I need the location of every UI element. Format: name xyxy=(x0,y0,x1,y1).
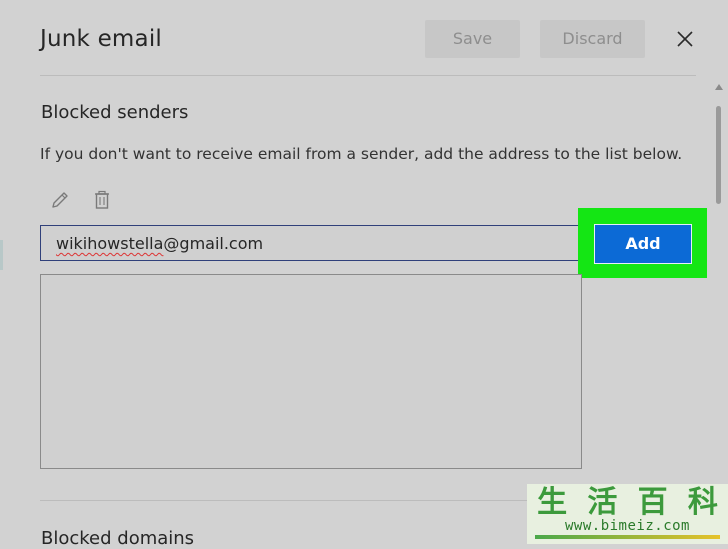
save-button[interactable]: Save xyxy=(425,20,520,58)
scroll-up-icon[interactable] xyxy=(715,84,723,90)
blocked-sender-input[interactable]: wikihowstella@gmail.com xyxy=(40,225,580,261)
blocked-senders-description: If you don't want to receive email from … xyxy=(40,145,683,163)
left-edge-marker xyxy=(0,240,3,270)
watermark-char: 活 xyxy=(587,485,618,520)
watermark-char: 科 xyxy=(687,485,718,520)
blocked-senders-list[interactable] xyxy=(40,274,582,469)
input-value-domain: @gmail.com xyxy=(163,234,264,253)
watermark-char: 百 xyxy=(637,485,668,520)
blocked-senders-heading: Blocked senders xyxy=(41,102,189,123)
misspelled-word: wikihowstella xyxy=(56,234,164,253)
watermark-underline xyxy=(535,535,720,539)
vertical-scrollbar[interactable] xyxy=(714,84,724,544)
close-icon[interactable] xyxy=(674,28,696,50)
watermark-url: www.bimeiz.com xyxy=(564,518,690,534)
junk-email-dialog: Junk email Save Discard Blocked senders … xyxy=(0,0,728,549)
scroll-thumb[interactable] xyxy=(716,106,721,204)
dialog-title: Junk email xyxy=(40,26,162,52)
header-divider xyxy=(40,75,696,76)
trash-icon[interactable] xyxy=(91,189,113,211)
blocked-domains-heading: Blocked domains xyxy=(41,528,195,549)
add-button[interactable]: Add xyxy=(594,224,692,264)
watermark-characters: 生 活 百 科 xyxy=(527,484,728,522)
pencil-icon[interactable] xyxy=(49,189,71,211)
watermark-logo: 生 活 百 科 www.bimeiz.com xyxy=(527,484,728,544)
watermark-char: 生 xyxy=(537,485,568,520)
discard-button[interactable]: Discard xyxy=(540,20,645,58)
